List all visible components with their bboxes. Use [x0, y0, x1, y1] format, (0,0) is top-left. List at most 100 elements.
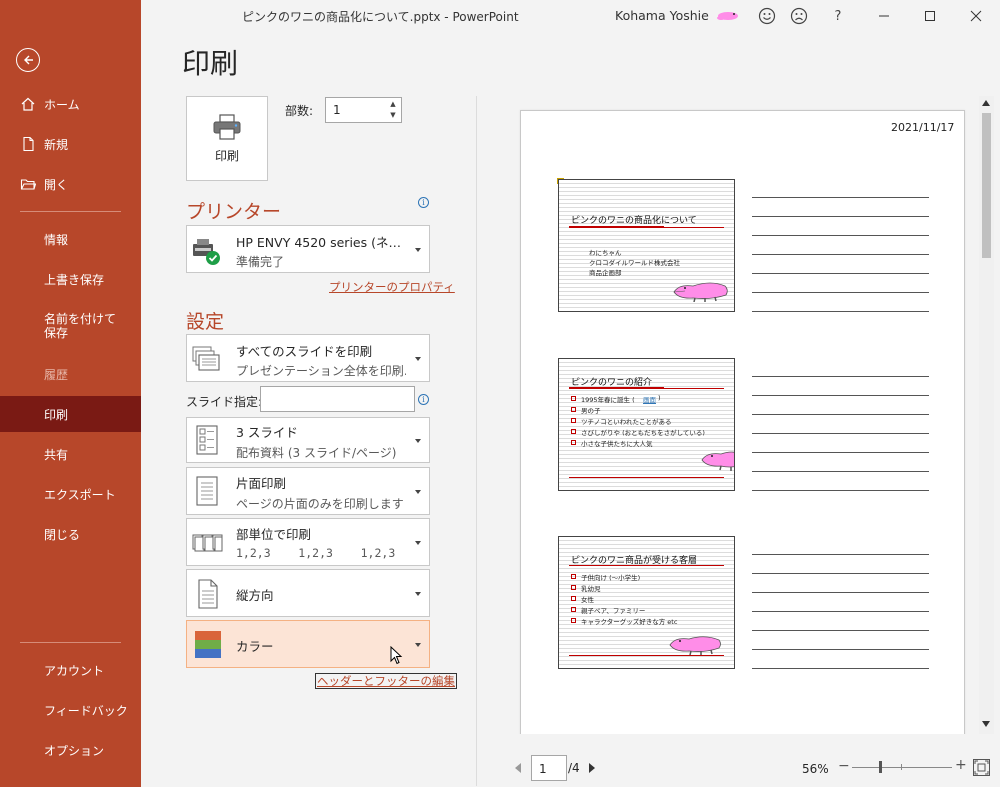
sidebar-item-label: フィードバック: [44, 703, 128, 718]
notes-line: [752, 668, 929, 669]
scrollbar-thumb[interactable]: [982, 113, 991, 258]
frown-feedback-icon[interactable]: [788, 5, 810, 27]
sidebar-item-share[interactable]: 共有: [0, 436, 141, 472]
new-document-icon: [23, 136, 34, 152]
printer-name: HP ENVY 4520 series (ネ…: [236, 235, 401, 250]
slide-text: ): [658, 394, 661, 402]
slides-spec-input[interactable]: [260, 386, 415, 412]
collate-description: 1,2,3 1,2,3 1,2,3: [236, 546, 396, 560]
scroll-up-icon[interactable]: [982, 100, 990, 106]
bullet-icon: [571, 440, 576, 445]
scroll-down-icon[interactable]: [982, 721, 990, 727]
orientation-dropdown[interactable]: 縦方向: [186, 569, 430, 617]
chevron-down-icon: [415, 490, 421, 494]
sidebar-item-open[interactable]: 開く: [0, 166, 141, 202]
mouse-cursor-icon: [390, 646, 403, 665]
sidebar-item-print[interactable]: 印刷: [0, 396, 141, 432]
zoom-level[interactable]: 56%: [802, 762, 829, 776]
sidebar-item-label: オプション: [44, 743, 105, 758]
user-avatar-icon[interactable]: [716, 6, 740, 26]
sidebar-item-account[interactable]: アカウント: [0, 652, 141, 688]
maximize-icon[interactable]: [919, 5, 941, 27]
one-sided-print-icon: [196, 476, 218, 506]
color-value: カラー: [236, 639, 274, 654]
previous-page-icon[interactable]: [515, 763, 521, 773]
sidebar-item-new[interactable]: 新規: [0, 126, 141, 162]
close-icon[interactable]: [965, 5, 987, 27]
help-icon[interactable]: ?: [827, 5, 849, 27]
spinner-arrows-icon[interactable]: ▲ ▼: [387, 99, 399, 121]
sides-dropdown[interactable]: 片面印刷 ページの片面のみを印刷します: [186, 467, 430, 515]
all-slides-icon: [192, 346, 220, 371]
zoom-out-icon[interactable]: −: [838, 758, 850, 774]
sidebar-item-history: 履歴: [0, 356, 141, 392]
sidebar-divider: [20, 211, 121, 212]
bullet-icon: [571, 596, 576, 601]
printer-properties-link[interactable]: プリンターのプロパティ: [329, 279, 455, 295]
print-range-description: プレゼンテーション全体を印刷…: [236, 364, 406, 378]
pink-crocodile-icon: [673, 282, 728, 302]
bullet-icon: [571, 607, 576, 612]
sides-description: ページの片面のみを印刷します: [236, 497, 404, 511]
window-title: ピンクのワニの商品化について.pptx - PowerPoint: [242, 10, 519, 24]
bullet-icon: [571, 618, 576, 623]
handout-3-slides-icon: [196, 425, 218, 455]
zoom-in-icon[interactable]: +: [955, 757, 967, 773]
backstage-sidebar: ホーム 新規 開く 情報 上書き保存 名前を付けて保存 履歴 印刷 共有 エクス…: [0, 0, 141, 787]
slide-thumbnail-2: ピンクのワニの紹介 1995年春に誕生 ( 画面 ) 男の子 ツチノコといわれた…: [558, 358, 735, 491]
copies-stepper[interactable]: 1 ▲ ▼: [325, 97, 402, 123]
sidebar-item-label: 新規: [44, 137, 69, 152]
layout-description: 配布資料 (3 スライド/ページ): [236, 446, 397, 460]
chevron-down-icon: [415, 592, 421, 596]
panel-divider: [476, 96, 477, 786]
back-arrow-icon[interactable]: [16, 48, 40, 72]
smile-feedback-icon[interactable]: [756, 5, 778, 27]
minimize-icon[interactable]: [873, 5, 895, 27]
sidebar-item-label: 上書き保存: [44, 272, 105, 287]
zoom-slider[interactable]: [852, 767, 952, 768]
preview-scrollbar[interactable]: [979, 96, 994, 734]
pink-crocodile-icon: [701, 451, 734, 471]
sidebar-item-label: アカウント: [44, 663, 105, 678]
sidebar-item-save[interactable]: 上書き保存: [0, 261, 141, 297]
collate-dropdown[interactable]: 部単位で印刷 1,2,3 1,2,3 1,2,3: [186, 518, 430, 566]
color-print-icon: [195, 631, 221, 658]
print-range-value: すべてのスライドを印刷: [236, 344, 373, 359]
sidebar-item-home[interactable]: ホーム: [0, 86, 141, 122]
sidebar-item-label: 履歴: [44, 367, 69, 382]
sidebar-item-label: ホーム: [44, 97, 80, 112]
sidebar-item-close[interactable]: 閉じる: [0, 516, 141, 552]
next-page-icon[interactable]: [589, 763, 595, 773]
sidebar-item-feedback[interactable]: フィードバック: [0, 692, 141, 728]
sidebar-item-label: 名前を付けて保存: [44, 312, 117, 340]
sidebar-item-label: 開く: [44, 177, 69, 192]
chevron-down-icon: [415, 248, 421, 252]
sidebar-item-info[interactable]: 情報: [0, 221, 141, 257]
layout-dropdown[interactable]: 3 スライド 配布資料 (3 スライド/ページ): [186, 417, 430, 463]
bullet-icon: [571, 574, 576, 579]
print-range-dropdown[interactable]: すべてのスライドを印刷 プレゼンテーション全体を印刷…: [186, 334, 430, 382]
home-icon: [21, 97, 35, 111]
zoom-slider-thumb[interactable]: [879, 761, 882, 773]
slide-text: 乳幼児: [581, 585, 601, 593]
info-icon[interactable]: i: [418, 197, 429, 208]
print-preview: 2021/11/17 ピンクのワニの商品化について わにちゃん クロコダイルワー…: [478, 96, 979, 734]
print-button[interactable]: 印刷: [186, 96, 268, 181]
sidebar-item-save-as[interactable]: 名前を付けて保存: [0, 304, 141, 350]
edit-header-footer-link[interactable]: ヘッダーとフッターの編集: [315, 673, 457, 689]
layout-value: 3 スライド: [236, 425, 298, 440]
bullet-icon: [571, 585, 576, 590]
page-number-input[interactable]: 1: [531, 755, 567, 781]
slide-text: 女性: [581, 596, 594, 604]
zoom-slider-midpoint: [901, 764, 902, 770]
chevron-down-icon: [415, 643, 421, 647]
printer-dropdown[interactable]: HP ENVY 4520 series (ネ… 準備完了: [186, 225, 430, 273]
info-icon[interactable]: i: [418, 394, 429, 405]
slide-thumbnail-1: ピンクのワニの商品化について わにちゃん クロコダイルワールド株式会社 商品企画…: [558, 179, 735, 312]
slide-text: クロコダイルワールド株式会社: [589, 259, 680, 267]
user-name[interactable]: Kohama Yoshie: [615, 8, 709, 23]
bullet-icon: [571, 418, 576, 423]
fit-to-window-icon[interactable]: [973, 759, 990, 776]
sidebar-item-export[interactable]: エクスポート: [0, 476, 141, 512]
sidebar-item-options[interactable]: オプション: [0, 732, 141, 768]
